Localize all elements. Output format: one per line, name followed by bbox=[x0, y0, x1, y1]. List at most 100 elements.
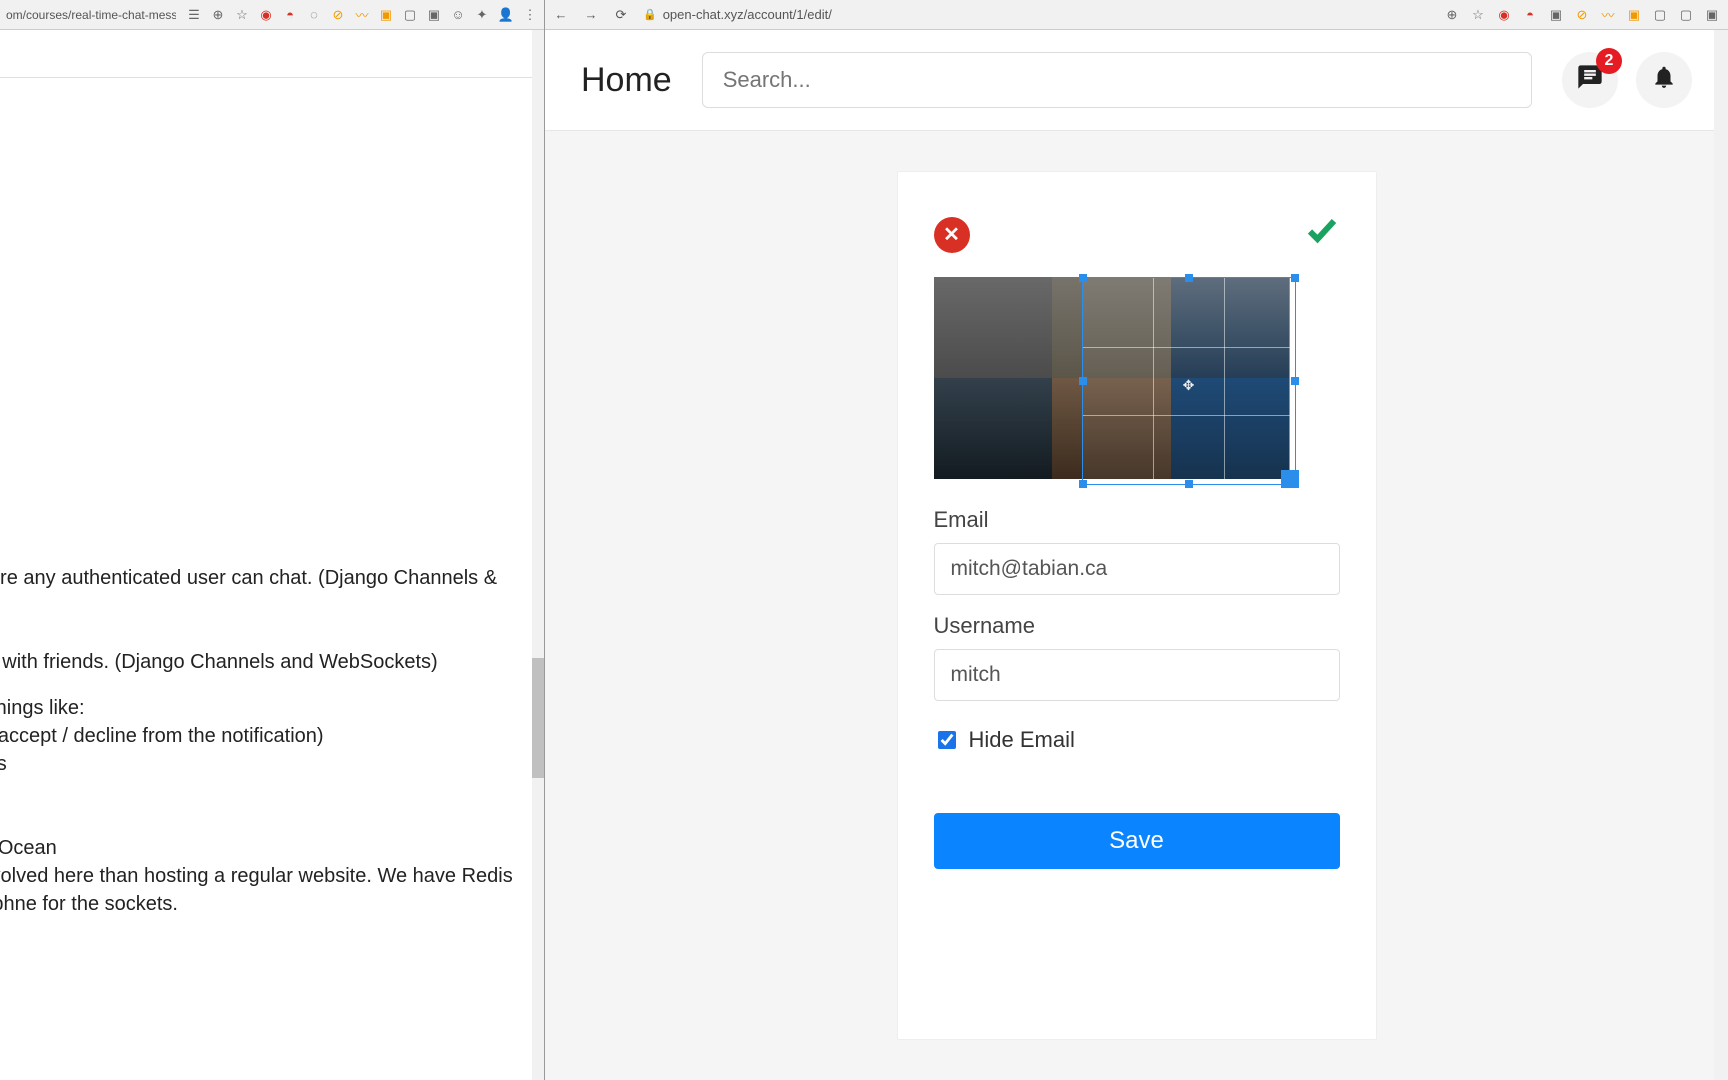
forward-button[interactable]: → bbox=[583, 7, 599, 23]
left-body-line bbox=[0, 676, 536, 694]
crop-handle-bl[interactable] bbox=[1079, 480, 1087, 488]
star-icon[interactable]: ☆ bbox=[234, 7, 250, 23]
home-link[interactable]: Home bbox=[581, 61, 672, 100]
username-field[interactable] bbox=[934, 649, 1340, 701]
email-field[interactable] bbox=[934, 543, 1340, 595]
ext-icon-2[interactable]: ◓ bbox=[282, 7, 298, 23]
crop-action-row: ✕ bbox=[934, 212, 1340, 257]
ext-icon-6[interactable]: ▢ bbox=[402, 7, 418, 23]
reader-icon[interactable]: ☰ bbox=[186, 7, 202, 23]
left-scrollbar-thumb[interactable] bbox=[532, 658, 544, 778]
left-scrollbar-track[interactable] bbox=[532, 30, 544, 1080]
header-actions: 2 bbox=[1562, 52, 1692, 108]
left-body-line: e's a lot more involved here than hostin… bbox=[0, 862, 536, 890]
address-bar[interactable]: 🔒 open-chat.xyz/account/1/edit/ bbox=[643, 7, 1430, 22]
left-page-content: :entonsswordassworduntscount properties … bbox=[0, 78, 544, 938]
crop-handle-bm[interactable] bbox=[1185, 480, 1193, 488]
hide-email-checkbox[interactable] bbox=[938, 731, 956, 749]
save-button[interactable]: Save bbox=[934, 813, 1340, 869]
messages-badge: 2 bbox=[1596, 48, 1622, 74]
left-body-line: d requests (Can accept / decline from th… bbox=[0, 722, 536, 750]
left-url-fragment: om/courses/real-time-chat-messenger/ bbox=[6, 8, 176, 22]
left-body-line: ts) bbox=[0, 592, 536, 620]
left-body-line: unts bbox=[0, 294, 536, 322]
crop-selection[interactable]: ✥ bbox=[1082, 277, 1296, 485]
left-page-tabs bbox=[0, 30, 544, 78]
messages-button[interactable]: 2 bbox=[1562, 52, 1618, 108]
crop-handle-lm[interactable] bbox=[1079, 377, 1087, 385]
ext-icon-5[interactable]: ▣ bbox=[1626, 7, 1642, 23]
ext-icon-8[interactable]: ☺ bbox=[450, 7, 466, 23]
left-body-line: on bbox=[0, 174, 536, 202]
rss-icon[interactable]: 〰 bbox=[354, 7, 370, 23]
zoom-icon[interactable]: ⊕ bbox=[210, 7, 226, 23]
app-header: Home 2 bbox=[545, 30, 1728, 130]
crop-handle-tr[interactable] bbox=[1291, 274, 1299, 282]
left-body-line: end requests bbox=[0, 480, 536, 508]
crop-confirm-button[interactable] bbox=[1304, 212, 1340, 257]
left-body-line: d requests bbox=[0, 396, 536, 424]
left-body-line: lic chatroom where any authenticated use… bbox=[0, 564, 536, 592]
hide-email-row[interactable]: Hide Email bbox=[934, 727, 1340, 753]
left-body-line: notifications for things like: bbox=[0, 694, 536, 722]
crop-handle-rm[interactable] bbox=[1291, 377, 1299, 385]
extensions-icon[interactable]: ✦ bbox=[474, 7, 490, 23]
url-text: open-chat.xyz/account/1/edit/ bbox=[663, 7, 832, 22]
left-body-line: other users bbox=[0, 350, 536, 378]
hide-email-label: Hide Email bbox=[969, 727, 1075, 753]
bell-icon bbox=[1651, 64, 1677, 97]
ext-icon-4[interactable]: ⊘ bbox=[1574, 7, 1590, 23]
star-icon[interactable]: ☆ bbox=[1470, 7, 1486, 23]
left-chrome-icons: ☰ ⊕ ☆ ◉ ◓ ◌ ⊘ 〰 ▣ ▢ ▣ ☺ ✦ 👤 ⋮ bbox=[186, 7, 538, 23]
left-body-line: te chat messages bbox=[0, 750, 536, 778]
ext-icon-3[interactable]: ▣ bbox=[1548, 7, 1564, 23]
back-button[interactable]: ← bbox=[553, 7, 569, 23]
left-body-line: ent bbox=[0, 146, 536, 174]
crop-handle-br[interactable] bbox=[1281, 470, 1299, 488]
crop-cancel-button[interactable]: ✕ bbox=[934, 217, 970, 253]
right-chrome-toolbar: ← → ⟳ 🔒 open-chat.xyz/account/1/edit/ ⊕ … bbox=[545, 0, 1728, 30]
notifications-button[interactable] bbox=[1636, 52, 1692, 108]
ext-icon-6[interactable]: ▢ bbox=[1652, 7, 1668, 23]
left-body-line bbox=[0, 220, 536, 238]
right-chrome-icons: ⊕ ☆ ◉ ◓ ▣ ⊘ 〰 ▣ ▢ ▢ ▣ bbox=[1444, 7, 1720, 23]
username-label: Username bbox=[934, 613, 1340, 639]
ext-icon-7[interactable]: ▢ bbox=[1678, 7, 1694, 23]
ext-icon-5[interactable]: ▣ bbox=[378, 7, 394, 23]
profile-icon[interactable]: 👤 bbox=[498, 7, 514, 23]
left-body-line: guration and Daphne for the sockets. bbox=[0, 890, 536, 918]
left-body-line: riends bbox=[0, 508, 536, 536]
check-icon bbox=[1304, 212, 1340, 248]
email-label: Email bbox=[934, 507, 1340, 533]
left-body-line bbox=[0, 202, 536, 220]
ext-icon-2[interactable]: ◓ bbox=[1522, 7, 1538, 23]
crop-handle-tm[interactable] bbox=[1185, 274, 1193, 282]
edit-account-card: ✕ bbox=[897, 171, 1377, 1040]
rss-icon[interactable]: 〰 bbox=[1600, 7, 1616, 23]
left-body-line: m bbox=[0, 620, 536, 648]
left-body-line: : bbox=[0, 98, 536, 146]
crop-handle-tl[interactable] bbox=[1079, 274, 1087, 282]
ext-icon-1[interactable]: ◉ bbox=[1496, 7, 1512, 23]
ext-icon-3[interactable]: ◌ bbox=[306, 7, 322, 23]
left-body-line: tion bbox=[0, 778, 536, 806]
zoom-icon[interactable]: ⊕ bbox=[1444, 7, 1460, 23]
avatar-crop-area[interactable]: ✥ bbox=[934, 277, 1290, 479]
left-body-line: ebsite on Digital Ocean bbox=[0, 834, 536, 862]
ext-icon-1[interactable]: ◉ bbox=[258, 7, 274, 23]
menu-icon[interactable]: ⋮ bbox=[522, 7, 538, 23]
ext-icon-8[interactable]: ▣ bbox=[1704, 7, 1720, 23]
left-body-line bbox=[0, 378, 536, 396]
left-body-line: ssword bbox=[0, 238, 536, 266]
left-body-line: a domain bbox=[0, 806, 536, 834]
reload-button[interactable]: ⟳ bbox=[613, 7, 629, 23]
ext-icon-7[interactable]: ▣ bbox=[426, 7, 442, 23]
close-icon: ✕ bbox=[943, 222, 960, 247]
left-body-line: count properties bbox=[0, 322, 536, 350]
ext-icon-4[interactable]: ⊘ bbox=[330, 7, 346, 23]
left-body-line: end requests bbox=[0, 452, 536, 480]
left-body-line: n bbox=[0, 536, 536, 564]
right-scrollbar-track[interactable] bbox=[1714, 30, 1728, 1080]
search-input[interactable] bbox=[702, 52, 1532, 108]
lock-icon: 🔒 bbox=[643, 8, 657, 21]
